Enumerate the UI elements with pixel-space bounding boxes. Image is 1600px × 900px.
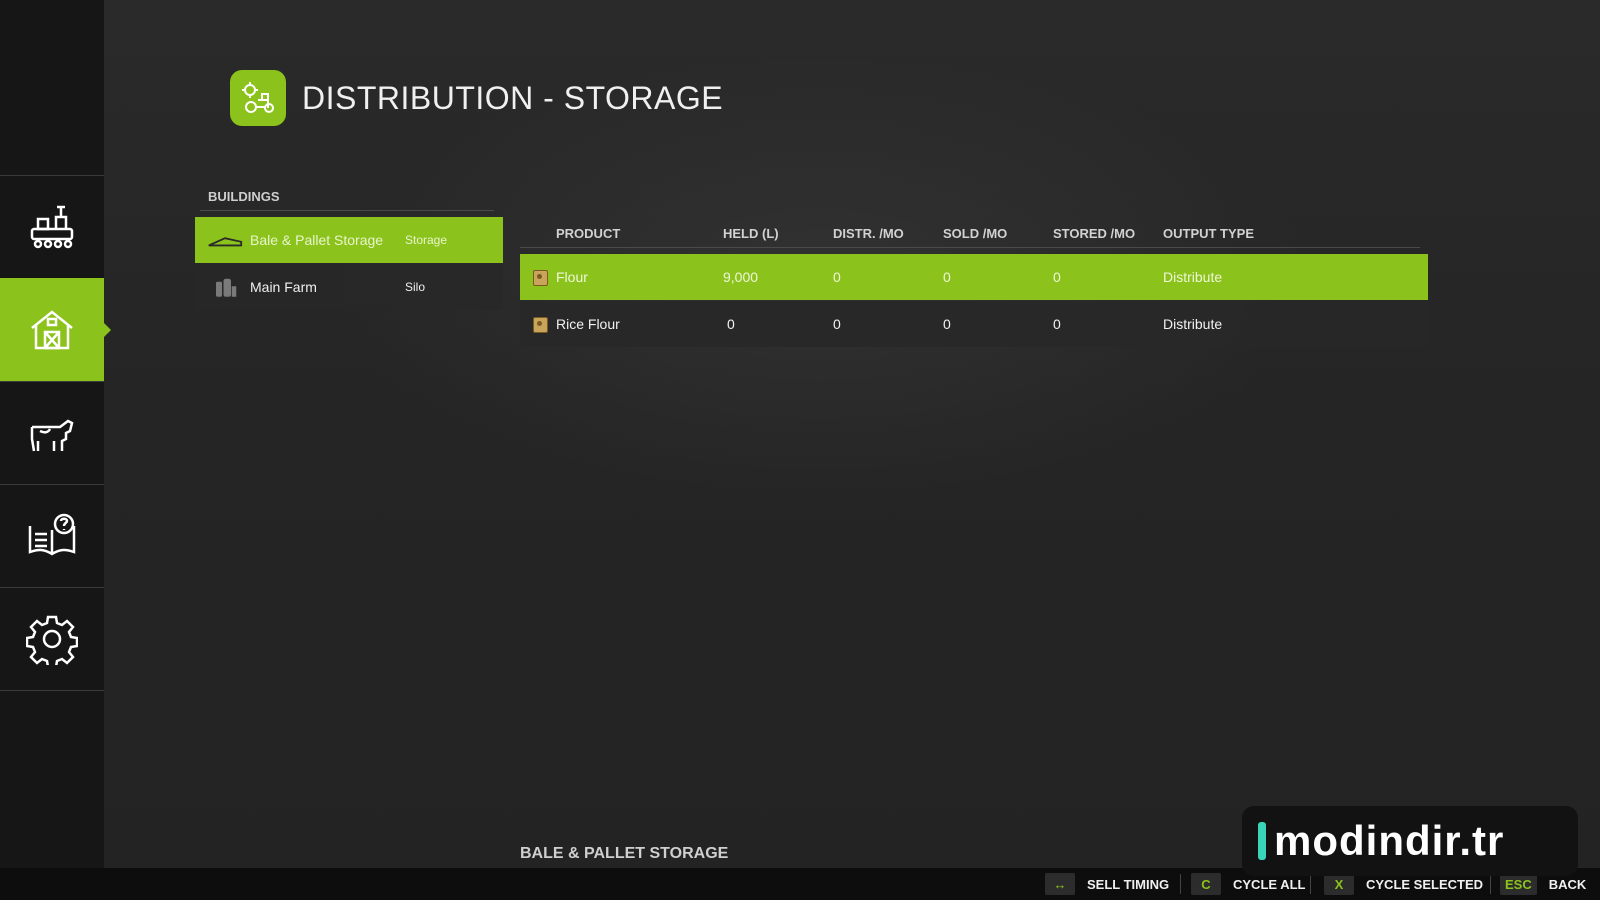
sidebar-item-help[interactable] bbox=[0, 484, 104, 587]
key-badge: ↔ bbox=[1045, 873, 1075, 895]
hint-divider bbox=[1310, 874, 1311, 894]
building-item-main-farm[interactable]: Main Farm Silo bbox=[195, 264, 503, 310]
product-name: Rice Flour bbox=[556, 316, 620, 332]
key-badge: C bbox=[1191, 873, 1221, 895]
table-header-divider bbox=[520, 247, 1420, 248]
building-type: Silo bbox=[405, 280, 426, 294]
stored-value: 0 bbox=[1053, 269, 1061, 285]
product-name: Flour bbox=[556, 269, 588, 285]
key-badge: X bbox=[1324, 873, 1354, 895]
distributed-value: 0 bbox=[833, 269, 841, 285]
building-name: Bale & Pallet Storage bbox=[250, 232, 384, 248]
held-value: 0 bbox=[727, 316, 735, 332]
key-badge: ESC bbox=[1500, 873, 1537, 895]
gear-icon bbox=[26, 615, 78, 665]
barn-icon bbox=[31, 310, 73, 350]
cow-icon bbox=[30, 419, 74, 452]
page-title: DISTRIBUTION - STORAGE bbox=[302, 80, 724, 116]
output-type-value[interactable]: Distribute bbox=[1163, 269, 1222, 285]
stored-value: 0 bbox=[1053, 316, 1061, 332]
column-header-held: HELD (L) bbox=[723, 226, 779, 241]
column-header-sold: SOLD /MO bbox=[943, 226, 1008, 241]
watermark: modindir.tr bbox=[1242, 806, 1578, 876]
column-header-output-type: OUTPUT TYPE bbox=[1163, 226, 1255, 241]
hint-divider bbox=[1490, 874, 1491, 894]
sidebar-item-production[interactable] bbox=[0, 175, 104, 278]
silo-icon bbox=[205, 274, 245, 300]
sidebar-item-animals[interactable] bbox=[0, 381, 104, 484]
distributed-value: 0 bbox=[833, 316, 841, 332]
hint-label: BACK bbox=[1548, 876, 1587, 892]
hint-sell-timing[interactable]: ↔ SELL TIMING bbox=[1045, 868, 1169, 900]
sidebar-divider bbox=[0, 690, 104, 691]
hint-divider bbox=[1180, 874, 1181, 894]
sold-value: 0 bbox=[943, 316, 951, 332]
hint-label: CYCLE ALL bbox=[1233, 876, 1306, 892]
buildings-section-title: BUILDINGS bbox=[208, 189, 280, 204]
column-header-stored: STORED /MO bbox=[1053, 226, 1136, 241]
flour-bag-icon bbox=[533, 270, 548, 286]
sidebar bbox=[0, 0, 111, 868]
table-row[interactable]: Rice Flour 0 0 0 0 Distribute bbox=[520, 301, 1428, 347]
table-row[interactable]: Flour 9,000 0 0 0 Distribute bbox=[520, 254, 1428, 300]
building-name: Main Farm bbox=[250, 279, 317, 295]
help-book-icon bbox=[28, 513, 76, 556]
held-value: 9,000 bbox=[723, 269, 759, 285]
hint-label: CYCLE SELECTED bbox=[1366, 876, 1484, 892]
buildings-divider bbox=[200, 210, 494, 211]
column-header-product: PRODUCT bbox=[556, 226, 621, 241]
tractor-gear-icon bbox=[230, 70, 286, 126]
output-type-value[interactable]: Distribute bbox=[1163, 316, 1222, 332]
building-type: Storage bbox=[405, 233, 448, 247]
watermark-text: modindir.tr bbox=[1274, 817, 1505, 864]
sold-value: 0 bbox=[943, 269, 951, 285]
sidebar-item-buildings[interactable] bbox=[0, 278, 111, 381]
watermark-accent-bar bbox=[1258, 822, 1266, 860]
storage-shed-icon bbox=[205, 227, 245, 253]
sidebar-item-settings[interactable] bbox=[0, 587, 104, 690]
selected-building-label: BALE & PALLET STORAGE bbox=[520, 845, 729, 862]
active-indicator-arrow bbox=[104, 323, 111, 337]
building-item-bale-pallet-storage[interactable]: Bale & Pallet Storage Storage bbox=[195, 217, 503, 263]
production-icon bbox=[30, 205, 74, 249]
hint-label: SELL TIMING bbox=[1087, 876, 1170, 892]
rice-flour-bag-icon bbox=[533, 317, 548, 333]
background bbox=[0, 0, 1600, 900]
column-header-distributed: DISTR. /MO bbox=[833, 226, 904, 241]
